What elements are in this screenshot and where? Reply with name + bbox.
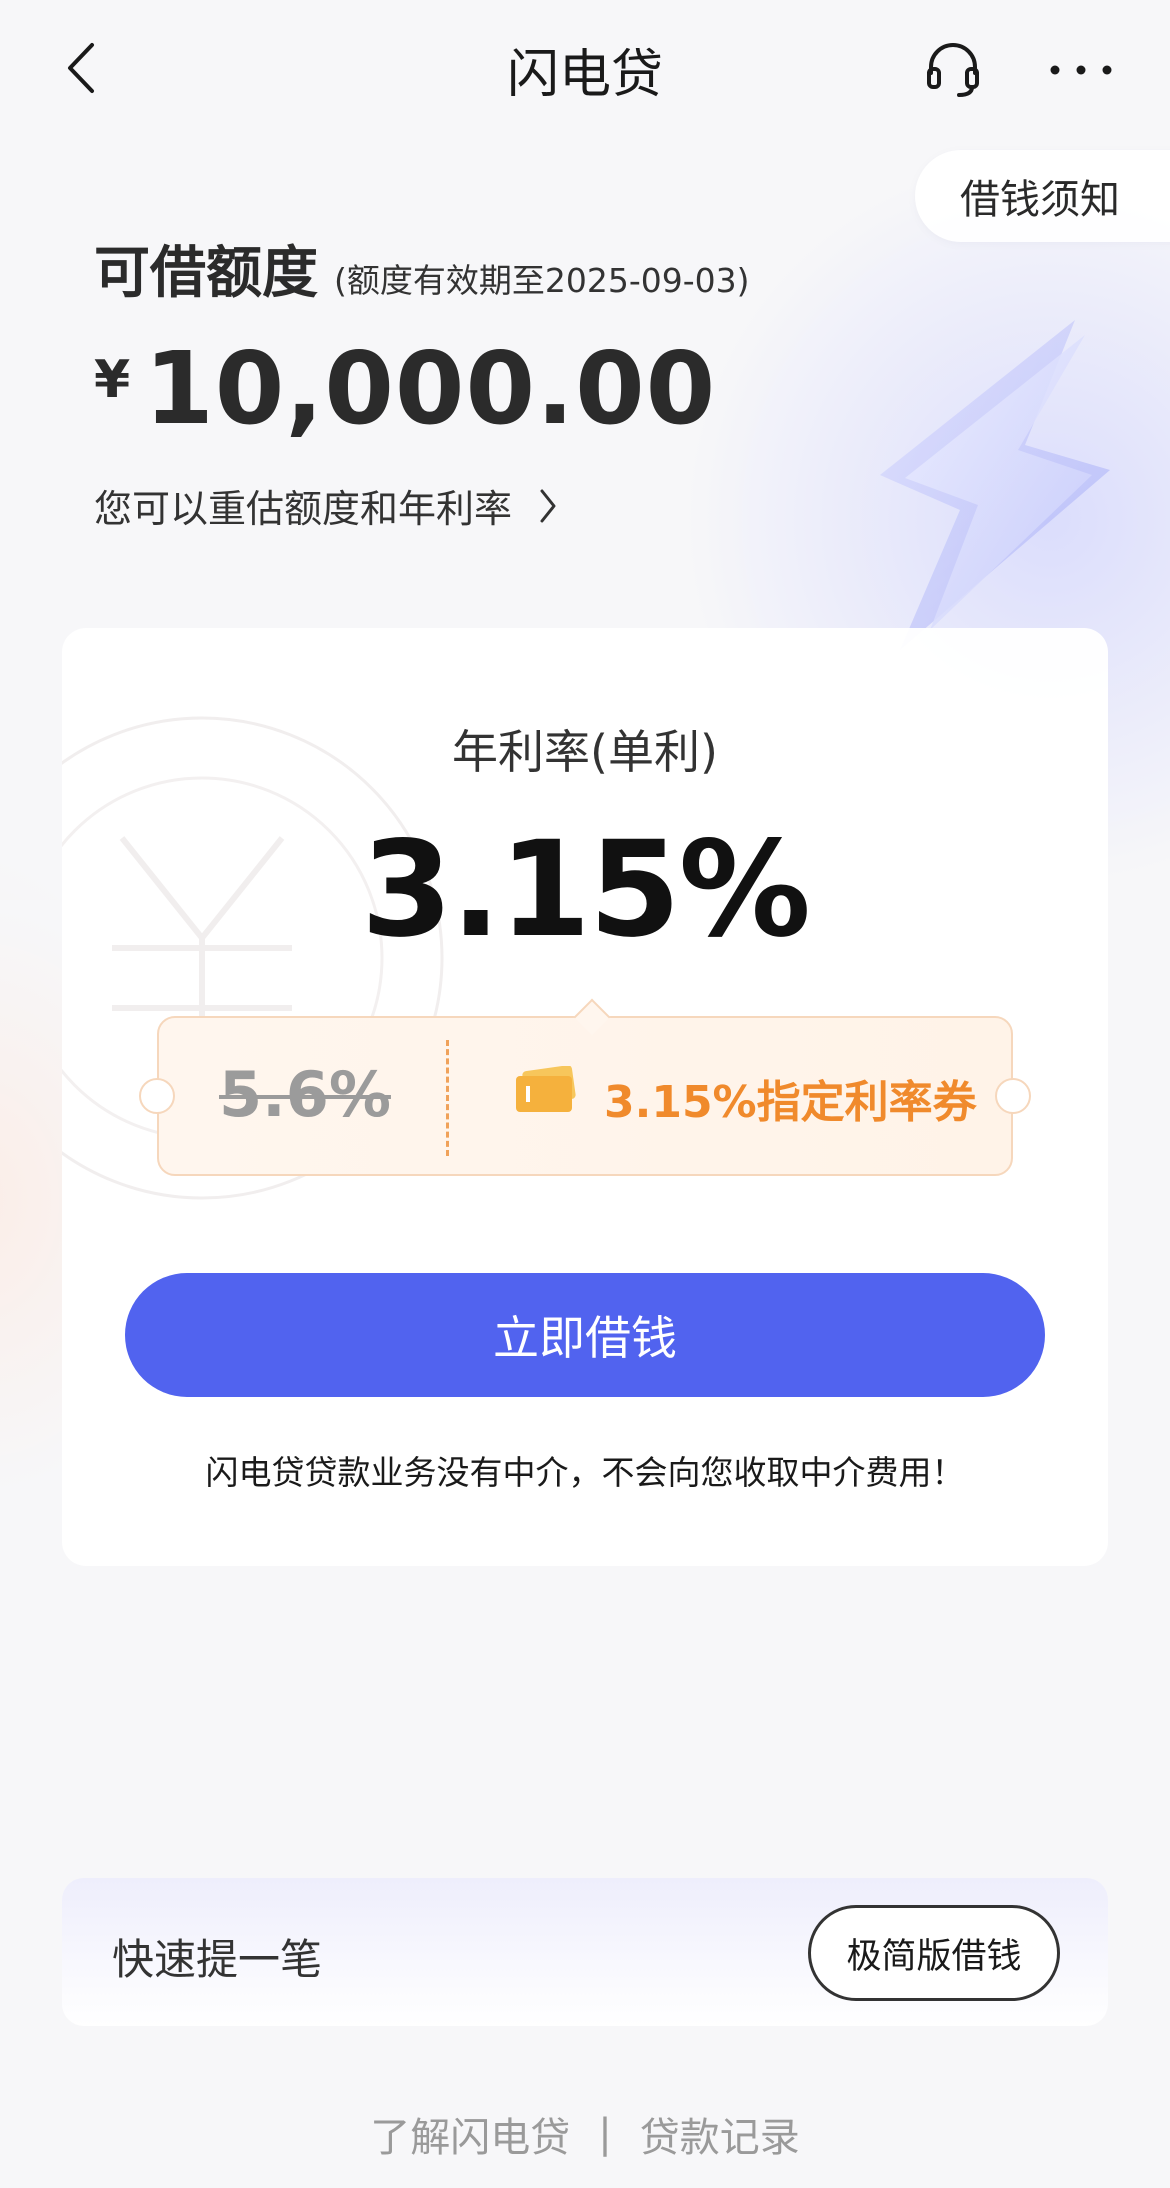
coupon-text: 3.15%指定利率券: [604, 1077, 977, 1128]
reassess-text: 您可以重估额度和年利率: [94, 487, 513, 531]
reassess-link[interactable]: 您可以重估额度和年利率: [94, 478, 558, 533]
headset-icon: [927, 43, 979, 97]
footer-links: 了解闪电贷 | 贷款记录: [0, 2105, 1170, 2163]
amount-value: 10,000.00: [144, 330, 717, 447]
quick-borrow-bar: 快速提一笔 极简版借钱: [62, 1878, 1108, 2026]
rate-value: 3.15%: [361, 813, 811, 967]
footer-separator: |: [598, 2111, 612, 2157]
coupon-notch-right: [995, 1078, 1031, 1114]
original-rate: 5.6%: [219, 1058, 391, 1131]
quota-amount: ¥ 10,000.00: [94, 330, 716, 447]
lightning-bolt-illustration: [880, 320, 1110, 650]
page-title: 闪电贷: [506, 45, 663, 105]
simple-borrow-button[interactable]: 极简版借钱: [808, 1905, 1060, 2001]
borrow-now-button[interactable]: 立即借钱: [125, 1273, 1045, 1397]
nav-bar: 闪电贷: [0, 0, 1170, 135]
rate-label: 年利率(单利): [452, 725, 718, 779]
more-button[interactable]: [1045, 50, 1117, 90]
borrowing-notice-button[interactable]: 借钱须知: [915, 150, 1170, 242]
quota-header: 可借额度 (额度有效期至2025-09-03): [94, 228, 750, 309]
learn-more-link[interactable]: 了解闪电贷: [370, 2105, 570, 2163]
loan-records-link[interactable]: 贷款记录: [640, 2105, 800, 2163]
customer-service-button[interactable]: [918, 36, 988, 102]
coupon-pointer: [573, 998, 611, 1036]
quota-validity: (额度有效期至2025-09-03): [334, 261, 750, 300]
quota-label: 可借额度: [94, 241, 318, 306]
currency-symbol: ¥: [94, 350, 131, 410]
more-icon: [1050, 65, 1112, 75]
rate-coupon[interactable]: 5.6% 3.15%指定利率券: [139, 998, 1031, 1176]
quick-borrow-label: 快速提一笔: [112, 1935, 323, 1984]
chevron-right-icon: [538, 488, 558, 524]
coupon-divider: [446, 1040, 449, 1156]
no-agent-disclaimer: 闪电贷贷款业务没有中介，不会向您收取中介费用！: [205, 1453, 965, 1492]
rate-card: 年利率(单利) 3.15% 5.6% 3.15%指定利率券 立即借钱 闪电贷贷款…: [62, 628, 1108, 1566]
coupon-ticket-icon: [516, 1066, 576, 1112]
coupon-notch-left: [139, 1078, 175, 1114]
